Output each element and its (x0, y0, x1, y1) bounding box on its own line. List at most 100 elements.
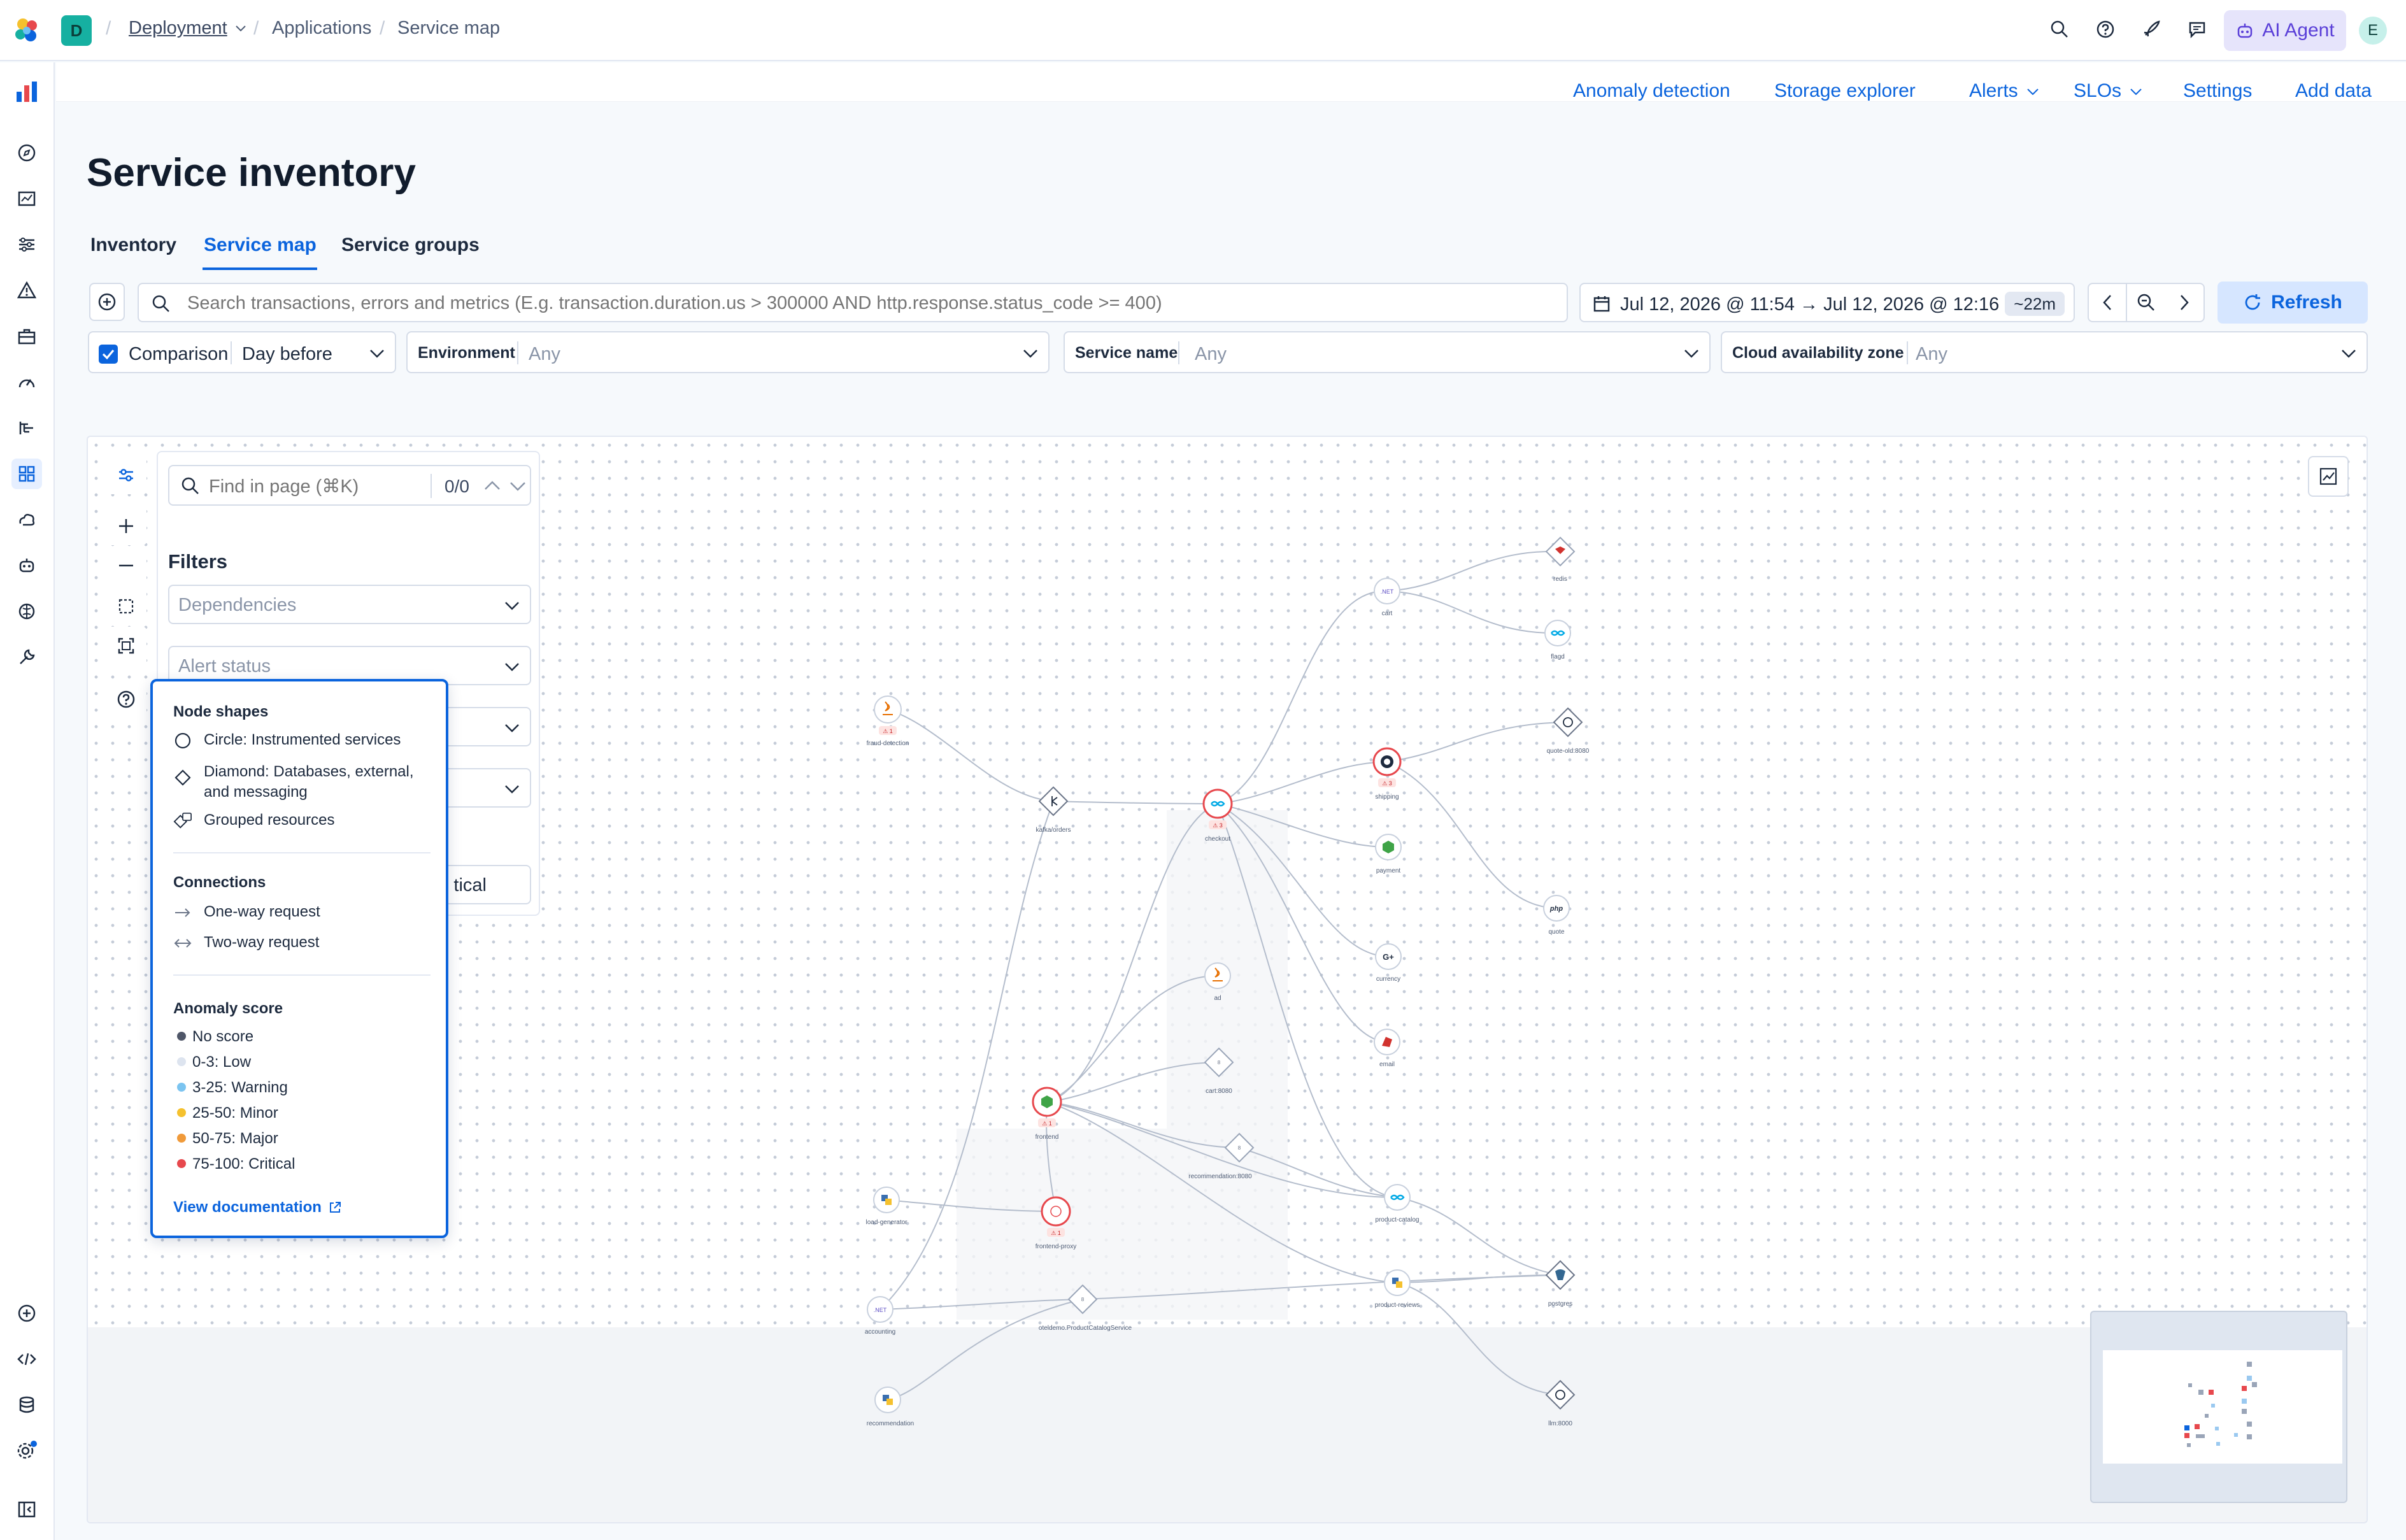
slos-menu[interactable]: SLOs (2074, 80, 2142, 102)
edge-fraud-kafka[interactable] (887, 709, 1054, 802)
alerts-icon[interactable] (11, 275, 42, 306)
robot-icon[interactable] (11, 550, 42, 581)
node-currency[interactable]: G+ currency (1375, 943, 1402, 983)
legend-help-button[interactable] (106, 680, 146, 718)
edge-shipping-quoteold[interactable] (1386, 722, 1567, 762)
settings-link[interactable]: Settings (2183, 80, 2252, 102)
code-icon[interactable] (11, 1344, 42, 1374)
divider (173, 852, 431, 853)
breadcrumb-applications[interactable]: Applications (272, 18, 371, 39)
traces-icon[interactable] (11, 413, 42, 443)
map-minimap[interactable] (2090, 1311, 2347, 1503)
service-name-select[interactable]: Service name Any (1064, 331, 1711, 373)
anomaly-detection-link[interactable]: Anomaly detection (1573, 80, 1730, 102)
comparison-control[interactable]: Comparison Day before (88, 331, 396, 373)
database-icon[interactable] (11, 1390, 42, 1420)
node-quote-old[interactable]: quote-old:8080 (1547, 707, 1590, 755)
add-icon[interactable] (11, 1298, 42, 1329)
find-in-page-input[interactable] (209, 475, 419, 498)
fit-view-button[interactable] (106, 587, 146, 625)
applications-icon[interactable] (11, 459, 42, 489)
zoom-in-button[interactable] (106, 507, 146, 545)
comparison-select-value[interactable]: Day before (242, 344, 332, 365)
chevron-up-icon[interactable] (484, 480, 501, 490)
previous-range-button[interactable] (2088, 283, 2127, 322)
edge-catalog-postgres[interactable] (1397, 1197, 1561, 1276)
slo-gauge-icon[interactable] (11, 367, 42, 397)
node-cart[interactable]: .NET cart (1374, 578, 1400, 617)
elastic-logo-icon[interactable] (11, 15, 42, 46)
settings-gear-icon[interactable] (11, 1436, 42, 1466)
dashboard-icon[interactable] (11, 183, 42, 214)
search-icon[interactable] (2047, 17, 2072, 42)
chevron-down-icon (370, 350, 384, 358)
add-filter-button[interactable] (89, 283, 125, 321)
node-load-generator[interactable]: load-generator (865, 1187, 908, 1226)
chart-toggle-button[interactable] (2308, 456, 2349, 497)
comparison-checkbox[interactable] (98, 344, 118, 364)
legend-item-label: One-way request (204, 903, 320, 920)
http-icon: 8 (1081, 1297, 1085, 1302)
space-avatar[interactable]: D (61, 15, 92, 46)
edge-cart-flagd[interactable] (1386, 590, 1558, 634)
search-input[interactable] (187, 290, 1556, 316)
node-product-catalog[interactable]: product-catalog (1376, 1184, 1420, 1223)
node-label-currency: currency (1376, 976, 1400, 983)
collapse-nav-icon[interactable] (11, 1494, 42, 1525)
node-quote[interactable]: php quote (1543, 895, 1570, 936)
node-kafka-orders[interactable]: kafka/orders (1036, 786, 1071, 834)
chat-icon[interactable] (2184, 17, 2210, 42)
chevron-down-icon[interactable] (236, 25, 246, 32)
synthetics-icon[interactable] (11, 504, 42, 535)
date-range-text[interactable]: Jul 12, 2026 @ 11:54 → Jul 12, 2026 @ 12… (1620, 294, 1999, 315)
node-flagd[interactable]: flagd (1544, 620, 1571, 660)
tab-service-map[interactable]: Service map (204, 234, 317, 256)
infrastructure-icon[interactable] (11, 229, 42, 260)
node-payment[interactable]: payment (1375, 834, 1402, 874)
chevron-down-icon[interactable] (509, 481, 526, 492)
view-documentation-link[interactable]: View documentation (173, 1199, 342, 1216)
cases-icon[interactable] (11, 321, 42, 352)
node-shipping[interactable]: ⚠ 3 shipping (1372, 747, 1402, 801)
node-redis[interactable]: redis (1545, 536, 1576, 583)
fullscreen-button[interactable] (106, 627, 146, 665)
edge-cart-redis[interactable] (1386, 550, 1561, 592)
edge-shipping-quote[interactable] (1386, 761, 1557, 909)
help-icon[interactable] (2093, 17, 2118, 42)
node-fraud-detection[interactable]: ⚠ 1 fraud-detection (867, 695, 909, 747)
user-avatar[interactable]: E (2359, 17, 2387, 45)
edge-checkout-cart[interactable] (1217, 590, 1388, 804)
refresh-button[interactable]: Refresh (2217, 282, 2368, 324)
node-accounting[interactable]: .NET accounting (865, 1296, 895, 1336)
tab-service-groups[interactable]: Service groups (341, 234, 480, 256)
node-postgres[interactable]: postgres (1545, 1260, 1576, 1308)
date-picker[interactable]: Jul 12, 2026 @ 11:54 → Jul 12, 2026 @ 12… (1579, 283, 2075, 322)
node-label-frontend: frontend (1036, 1134, 1059, 1141)
observability-icon[interactable] (11, 76, 42, 107)
edge-kafka-checkout[interactable] (1053, 801, 1218, 804)
tab-inventory[interactable]: Inventory (90, 234, 176, 256)
alerts-menu[interactable]: Alerts (1969, 80, 2039, 102)
ml-brain-icon[interactable] (11, 596, 42, 627)
edge-checkout-shipping[interactable] (1217, 761, 1388, 804)
dependencies-select[interactable]: Dependencies (168, 585, 531, 624)
add-data-link[interactable]: Add data (2295, 80, 2372, 102)
discover-icon[interactable] (11, 138, 42, 168)
find-in-page-bar[interactable]: 0/0 (168, 465, 531, 506)
wrench-icon[interactable] (11, 642, 42, 673)
environment-select[interactable]: Environment Any (406, 331, 1050, 373)
next-range-button[interactable] (2165, 283, 2205, 322)
storage-explorer-link[interactable]: Storage explorer (1774, 80, 1916, 102)
breadcrumb-deployment[interactable]: Deployment (129, 18, 227, 39)
robot-icon (2238, 24, 2253, 38)
node-email[interactable]: email (1374, 1029, 1400, 1068)
minimap-viewport[interactable] (2103, 1350, 2342, 1464)
rocket-icon[interactable] (2139, 17, 2164, 42)
filter-toggle-button[interactable] (106, 456, 146, 494)
cloud-zone-select[interactable]: Cloud availability zone Any (1721, 331, 2368, 373)
zoom-out-button[interactable] (106, 546, 146, 585)
ai-agent-button[interactable]: AI Agent (2224, 10, 2346, 51)
zoom-out-button[interactable] (2127, 283, 2167, 322)
kql-search-bar[interactable] (138, 283, 1568, 322)
node-product-reviews[interactable]: product-reviews (1375, 1269, 1420, 1309)
